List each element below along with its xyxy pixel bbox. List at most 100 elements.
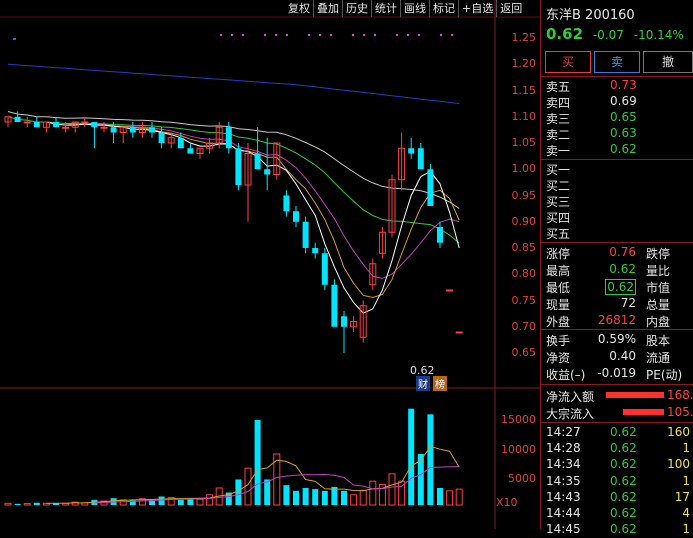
candle-body bbox=[427, 169, 434, 206]
kline-chart[interactable]: 1.25 1.20 1.15 1.10 1.05 1.00 0.95 0.90 0.85 0.80… bbox=[0, 0, 540, 529]
price-line: 0.62 -0.07 -10.14% bbox=[546, 25, 684, 43]
price-tick: 0.70 bbox=[511, 319, 537, 333]
toolbar-button[interactable]: +自选 bbox=[458, 0, 496, 17]
price-tick: 1.05 bbox=[511, 136, 537, 149]
volume-tick: 5000 bbox=[508, 472, 536, 485]
buy-button[interactable]: 买 bbox=[545, 51, 591, 73]
ask-row[interactable]: 卖四 0.69 bbox=[546, 94, 693, 110]
tick-volume: 1 bbox=[682, 473, 690, 488]
divider bbox=[541, 329, 693, 330]
toolbar-button[interactable]: 返回 bbox=[496, 0, 525, 17]
candle-body bbox=[321, 253, 328, 285]
tick-time: 14:45 bbox=[546, 522, 581, 537]
ask-price: 0.65 bbox=[610, 110, 637, 124]
volume-bar bbox=[244, 467, 252, 506]
toolbar-button[interactable]: 标记 bbox=[429, 0, 458, 17]
tick-time: 14:27 bbox=[546, 425, 581, 439]
sell-button[interactable]: 卖 bbox=[594, 51, 640, 73]
bid-label: 买一 bbox=[546, 163, 571, 177]
tick-price: 0.62 bbox=[610, 522, 637, 537]
volume-bar bbox=[427, 414, 434, 505]
candle-body bbox=[302, 221, 309, 248]
flow-value: 168.57 bbox=[667, 388, 693, 402]
chart-toolbar: 复权 叠加 历史 统计 画线 标记 +自选 返回 bbox=[285, 0, 525, 17]
flow-label: 净流入额 bbox=[546, 390, 595, 404]
tick-volume: 1 bbox=[682, 522, 690, 537]
candle-body bbox=[331, 284, 338, 327]
ask-row[interactable]: 卖五 0.73 bbox=[546, 78, 693, 94]
ask-row[interactable]: 卖一 0.62 bbox=[546, 142, 693, 158]
ask-price: 0.63 bbox=[610, 126, 637, 140]
candle-body bbox=[33, 122, 40, 128]
volume-bar bbox=[206, 494, 214, 506]
toolbar-button[interactable]: 画线 bbox=[400, 0, 429, 17]
bid-row[interactable]: 买一 bbox=[546, 161, 693, 177]
toolbar-button[interactable]: 叠加 bbox=[313, 0, 342, 17]
price-tick: 0.80 bbox=[511, 267, 537, 281]
volume-bar bbox=[196, 498, 204, 506]
kline-svg bbox=[0, 0, 540, 529]
price-tick: 1.20 bbox=[511, 57, 537, 71]
tick-volume: 17 bbox=[674, 489, 690, 504]
bid-row[interactable]: 买四 bbox=[546, 209, 693, 225]
price-tick: 1.25 bbox=[511, 31, 537, 44]
candle-body bbox=[254, 153, 261, 170]
volume-ma-yellow bbox=[46, 445, 460, 504]
candle-body bbox=[293, 211, 299, 222]
stat-label: 涨停 bbox=[546, 247, 571, 261]
volume-bar bbox=[388, 473, 396, 506]
cancel-button[interactable]: 撤 bbox=[643, 51, 693, 73]
event-dot bbox=[319, 34, 321, 36]
stat-label: PE(动) bbox=[646, 368, 683, 382]
event-dot bbox=[451, 34, 453, 36]
volume-bar bbox=[321, 490, 328, 505]
flow-bar bbox=[606, 392, 664, 398]
stat-label: 最低 bbox=[546, 281, 571, 295]
tick-time: 14:35 bbox=[546, 473, 581, 488]
volume-bar bbox=[283, 485, 290, 505]
price-change: -0.07 bbox=[592, 28, 624, 42]
stat-label: 外盘 bbox=[546, 315, 571, 329]
cai-marker[interactable]: 财 bbox=[416, 376, 430, 391]
bid-row[interactable]: 买三 bbox=[546, 193, 693, 209]
event-dot bbox=[352, 34, 354, 36]
candle-body bbox=[100, 126, 108, 129]
stat-value: 72 bbox=[620, 296, 636, 310]
tick-time: 14:28 bbox=[546, 441, 581, 456]
ask-row[interactable]: 卖二 0.63 bbox=[546, 126, 693, 142]
price-change-pct: -10.14% bbox=[633, 28, 684, 42]
candle-body bbox=[187, 148, 194, 154]
bid-row[interactable]: 买二 bbox=[546, 177, 693, 193]
toolbar-button[interactable]: 复权 bbox=[285, 0, 313, 17]
candle-body bbox=[341, 316, 347, 327]
toolbar-button[interactable]: 统计 bbox=[371, 0, 400, 17]
stat-value: 0.40 bbox=[609, 349, 636, 363]
bang-marker[interactable]: 榜 bbox=[433, 376, 447, 391]
tick-price: 0.62 bbox=[610, 441, 637, 456]
stat-label: 股本 bbox=[646, 334, 671, 348]
ask-row[interactable]: 卖三 0.65 bbox=[546, 110, 693, 126]
price-tick: 0.95 bbox=[511, 188, 537, 202]
price-tick: 0.75 bbox=[511, 293, 537, 307]
toolbar-button[interactable]: 历史 bbox=[342, 0, 371, 17]
candle-body bbox=[23, 121, 31, 124]
volume-bar bbox=[235, 479, 242, 505]
event-dot bbox=[374, 34, 376, 36]
bid-row[interactable]: 买五 bbox=[546, 225, 693, 241]
event-dot bbox=[13, 38, 16, 40]
event-dot bbox=[275, 34, 277, 36]
ask-price: 0.62 bbox=[610, 142, 637, 156]
volume-bar bbox=[23, 503, 31, 506]
stat-label: 换手 bbox=[546, 334, 571, 348]
stat-label: 跌停 bbox=[646, 247, 671, 261]
candle-body bbox=[312, 248, 319, 254]
flow-row: 大宗流入 105.67 bbox=[546, 405, 693, 421]
candle-body bbox=[283, 195, 290, 212]
bid-label: 买四 bbox=[546, 211, 571, 225]
tick-time: 14:34 bbox=[546, 457, 581, 472]
volume-bar bbox=[177, 499, 184, 505]
volume-bar bbox=[302, 488, 309, 505]
candle-body bbox=[264, 169, 271, 175]
stat-row: 现量 72 总量 bbox=[546, 296, 693, 312]
price-tick: 1.00 bbox=[511, 162, 537, 176]
